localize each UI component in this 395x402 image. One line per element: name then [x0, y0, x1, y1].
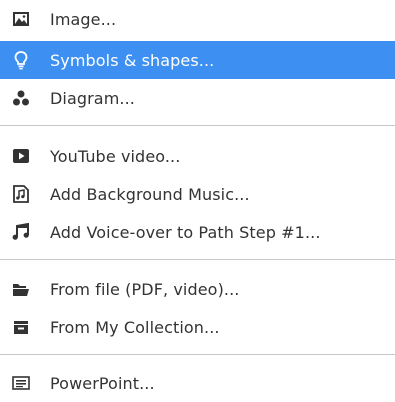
music-file-icon: [11, 184, 31, 204]
menu-item-image[interactable]: Image...: [0, 0, 395, 38]
menu-item-add-voice-over[interactable]: Add Voice-over to Path Step #1...: [0, 213, 395, 251]
insert-menu: Image... Symbols & shapes... Diagram...: [0, 0, 395, 396]
menu-item-from-file[interactable]: From file (PDF, video)...: [0, 270, 395, 308]
menu-separator: [0, 125, 395, 126]
menu-item-symbols-shapes[interactable]: Symbols & shapes...: [0, 41, 395, 79]
menu-separator: [0, 354, 395, 355]
lightbulb-icon: [11, 50, 31, 70]
collection-icon: [11, 317, 31, 337]
menu-item-youtube-video[interactable]: YouTube video...: [0, 137, 395, 175]
menu-item-add-background-music[interactable]: Add Background Music...: [0, 175, 395, 213]
menu-item-label: YouTube video...: [50, 146, 181, 166]
menu-item-label: Add Background Music...: [50, 184, 250, 204]
menu-item-label: PowerPoint...: [50, 373, 155, 393]
music-note-icon: [11, 222, 31, 242]
diagram-icon: [11, 88, 31, 108]
menu-item-label: Add Voice-over to Path Step #1...: [50, 222, 321, 242]
menu-item-from-my-collection[interactable]: From My Collection...: [0, 308, 395, 346]
menu-item-label: From file (PDF, video)...: [50, 279, 240, 299]
menu-item-label: Image...: [50, 9, 117, 29]
menu-separator: [0, 259, 395, 260]
image-icon: [11, 9, 31, 29]
powerpoint-icon: [11, 373, 31, 393]
menu-item-label: Diagram...: [50, 88, 135, 108]
menu-item-diagram[interactable]: Diagram...: [0, 79, 395, 117]
folder-open-icon: [11, 279, 31, 299]
menu-item-powerpoint[interactable]: PowerPoint...: [0, 364, 395, 402]
play-icon: [11, 146, 31, 166]
menu-item-label: From My Collection...: [50, 317, 220, 337]
menu-item-label: Symbols & shapes...: [50, 50, 215, 70]
